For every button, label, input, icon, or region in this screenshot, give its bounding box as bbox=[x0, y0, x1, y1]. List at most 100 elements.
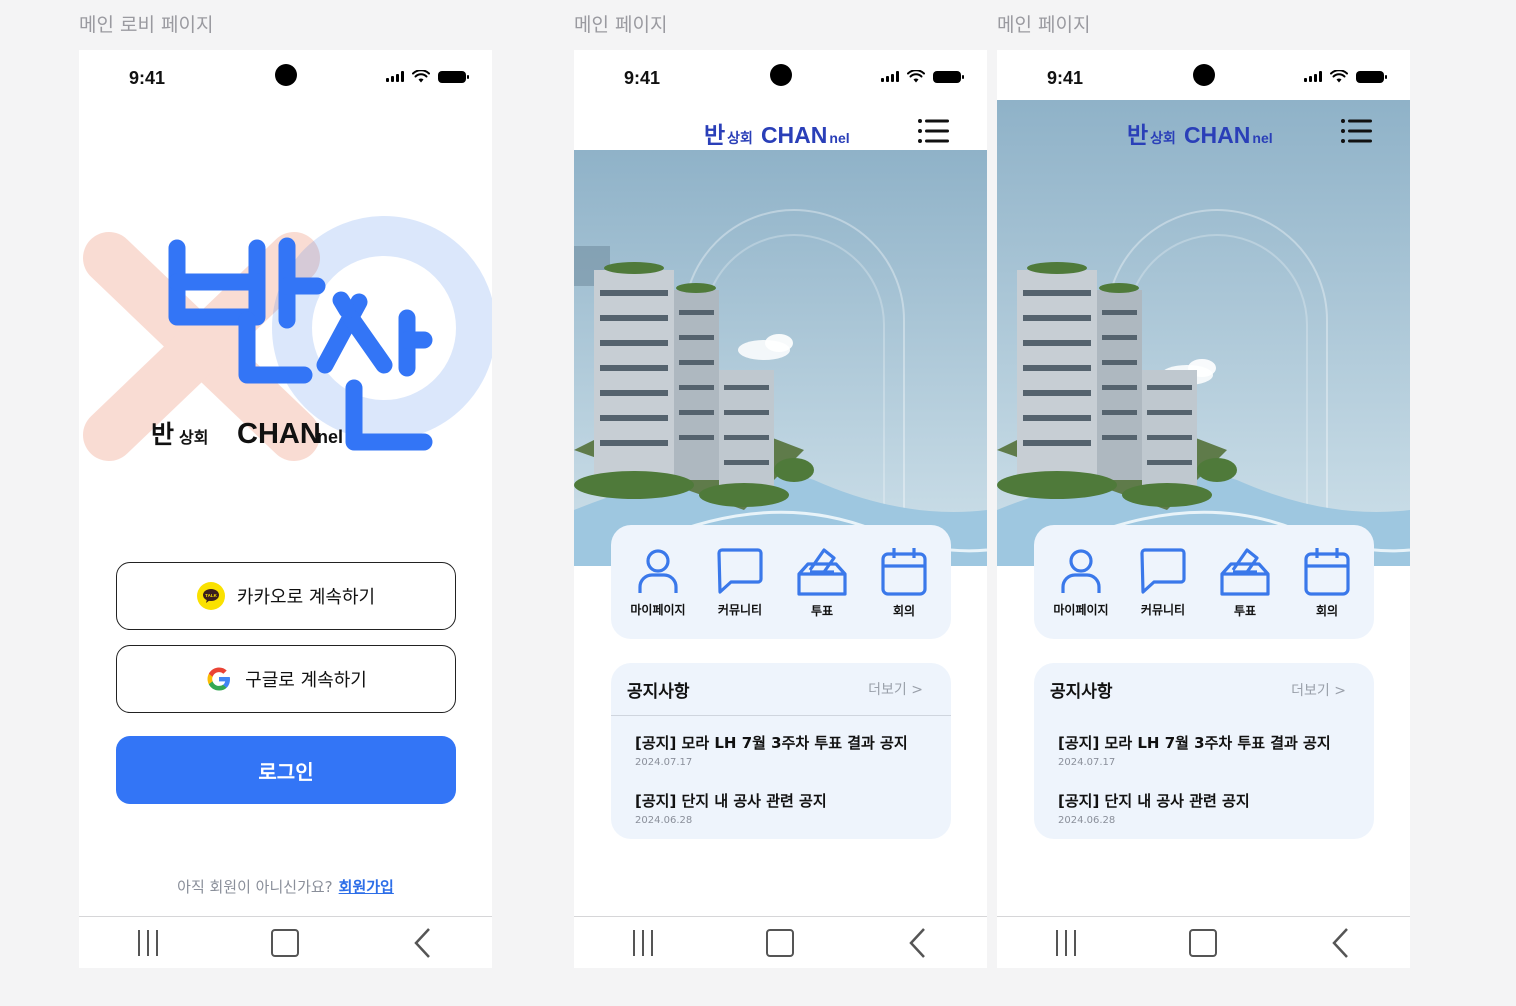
brand-logo: 반 상회 CHAN nel bbox=[704, 116, 852, 150]
back-icon[interactable] bbox=[403, 923, 443, 963]
quick-community-label: 커뮤니티 bbox=[1140, 602, 1186, 617]
home-icon[interactable] bbox=[1183, 923, 1223, 963]
quick-vote-label: 투표 bbox=[810, 603, 834, 618]
notice-title: 공지사항 bbox=[627, 681, 690, 702]
notice-item-date: 2024.07.17 bbox=[1058, 757, 1116, 768]
battery-icon bbox=[933, 70, 964, 83]
quick-community[interactable]: 커뮤니티 bbox=[1125, 547, 1201, 618]
quick-vote[interactable]: 투표 bbox=[1207, 546, 1283, 619]
notice-item-title: [공지] 모라 LH 7월 3주차 투표 결과 공지 bbox=[1058, 734, 1331, 752]
quick-menu: 마이페이지 커뮤니티 투표 회의 bbox=[611, 525, 951, 639]
notice-title: 공지사항 bbox=[1050, 682, 1113, 702]
logo-sanghoe-text: 상회 bbox=[179, 428, 208, 447]
signal-icon bbox=[1304, 71, 1322, 82]
recent-apps-icon[interactable] bbox=[1046, 923, 1086, 963]
notice-more-link[interactable]: 더보기 > bbox=[1291, 680, 1346, 700]
hamburger-menu-icon[interactable] bbox=[1340, 118, 1372, 144]
quick-meeting[interactable]: 회의 bbox=[866, 546, 942, 619]
brand-chan: CHAN bbox=[1183, 122, 1251, 148]
frame-label-lobby: 메인 로비 페이지 bbox=[79, 14, 214, 36]
status-bar: 9:41 bbox=[997, 50, 1410, 100]
signup-prompt: 아직 회원이 아니신가요? bbox=[177, 878, 333, 896]
app-header: 반 상회 CHAN nel bbox=[574, 100, 987, 150]
lobby-screen: 9:41 반 상회 CHAN nel TALK 카카오로 계속하기 구글로 계속… bbox=[79, 50, 492, 968]
chat-bubble-icon bbox=[1140, 547, 1186, 594]
signal-icon bbox=[386, 71, 404, 82]
kakao-login-button[interactable]: TALK 카카오로 계속하기 bbox=[116, 562, 456, 630]
main-screen-2: 9:41 반 상회 CHAN nel 마이페이지 커뮤니티 투표 회의 공지사항… bbox=[997, 50, 1410, 968]
status-time: 9:41 bbox=[624, 68, 661, 88]
camera-cutout bbox=[1193, 64, 1215, 86]
quick-meeting-label: 회의 bbox=[1315, 603, 1339, 618]
brand-nel: nel bbox=[829, 130, 850, 146]
quick-meeting[interactable]: 회의 bbox=[1289, 546, 1365, 619]
logo-nel-text: nel bbox=[317, 427, 343, 447]
battery-icon bbox=[438, 70, 469, 83]
logo-chan-text: CHAN bbox=[237, 418, 321, 450]
hamburger-menu-icon[interactable] bbox=[917, 118, 949, 144]
system-nav-bar bbox=[574, 916, 987, 968]
signal-icon bbox=[881, 71, 899, 82]
notice-item-date: 2024.06.28 bbox=[1058, 815, 1116, 826]
quick-mypage-label: 마이페이지 bbox=[1053, 602, 1109, 617]
home-icon[interactable] bbox=[760, 923, 800, 963]
brand-ban: 반 bbox=[704, 122, 726, 148]
ballot-box-icon bbox=[1220, 547, 1270, 596]
main-screen-1: 9:41 반 상회 CHAN nel 마이페이지 커뮤니티 투표 회의 공지사항… bbox=[574, 50, 987, 968]
notice-item[interactable]: [공지] 단지 내 공사 관련 공지 2024.06.28 bbox=[611, 790, 951, 826]
brand-sanghoe: 상회 bbox=[1150, 130, 1176, 146]
recent-apps-icon[interactable] bbox=[623, 923, 663, 963]
notice-item-title: [공지] 단지 내 공사 관련 공지 bbox=[1058, 792, 1250, 810]
ballot-box-icon bbox=[797, 547, 847, 596]
wifi-icon bbox=[412, 70, 430, 83]
wifi-icon bbox=[907, 70, 925, 83]
quick-mypage-label: 마이페이지 bbox=[630, 602, 686, 617]
user-icon bbox=[638, 548, 678, 593]
brand-chan: CHAN bbox=[760, 122, 828, 148]
quick-community[interactable]: 커뮤니티 bbox=[702, 547, 778, 618]
quick-vote-label: 투표 bbox=[1233, 603, 1257, 618]
logo-ban-text: 반 bbox=[151, 420, 174, 449]
login-button[interactable]: 로그인 bbox=[116, 736, 456, 804]
notice-item[interactable]: [공지] 모라 LH 7월 3주차 투표 결과 공지 2024.07.17 bbox=[611, 732, 951, 768]
quick-mypage[interactable]: 마이페이지 bbox=[1043, 547, 1119, 618]
kakao-icon: TALK bbox=[196, 582, 225, 610]
hero-image bbox=[997, 100, 1410, 566]
wifi-icon bbox=[1330, 70, 1348, 83]
kakao-badge: TALK bbox=[205, 593, 217, 598]
quick-mypage[interactable]: 마이페이지 bbox=[620, 547, 696, 618]
status-time: 9:41 bbox=[129, 68, 166, 88]
google-login-label: 구글로 계속하기 bbox=[245, 670, 367, 691]
quick-vote[interactable]: 투표 bbox=[784, 546, 860, 619]
home-icon[interactable] bbox=[265, 923, 305, 963]
kakao-login-label: 카카오로 계속하기 bbox=[236, 587, 376, 608]
notice-item[interactable]: [공지] 단지 내 공사 관련 공지 2024.06.28 bbox=[1034, 790, 1374, 826]
brand-logo: 반 상회 CHAN nel bbox=[1127, 116, 1275, 150]
quick-menu: 마이페이지 커뮤니티 투표 회의 bbox=[1034, 525, 1374, 639]
notice-item[interactable]: [공지] 모라 LH 7월 3주차 투표 결과 공지 2024.07.17 bbox=[1034, 732, 1374, 768]
frame-label-main-1: 메인 페이지 bbox=[574, 14, 668, 36]
back-icon[interactable] bbox=[1321, 923, 1361, 963]
calendar-icon bbox=[1304, 547, 1350, 596]
signup-link[interactable]: 회원가입 bbox=[339, 878, 394, 896]
battery-icon bbox=[1356, 70, 1387, 83]
recent-apps-icon[interactable] bbox=[128, 923, 168, 963]
status-time: 9:41 bbox=[1047, 68, 1084, 88]
google-icon bbox=[207, 667, 231, 691]
status-bar: 9:41 bbox=[79, 50, 492, 100]
camera-cutout bbox=[770, 64, 792, 86]
google-login-button[interactable]: 구글로 계속하기 bbox=[116, 645, 456, 713]
chat-bubble-icon bbox=[717, 547, 763, 594]
calendar-icon bbox=[881, 547, 927, 596]
brand-nel: nel bbox=[1252, 130, 1273, 146]
brand-sanghoe: 상회 bbox=[727, 130, 753, 146]
notice-item-date: 2024.07.17 bbox=[635, 757, 693, 768]
notice-more-link[interactable]: 더보기 > bbox=[868, 679, 923, 699]
back-icon[interactable] bbox=[898, 923, 938, 963]
quick-meeting-label: 회의 bbox=[892, 603, 916, 618]
status-bar: 9:41 bbox=[574, 50, 987, 100]
frame-label-main-2: 메인 페이지 bbox=[997, 14, 1091, 36]
system-nav-bar bbox=[997, 916, 1410, 968]
app-header: 반 상회 CHAN nel bbox=[997, 100, 1410, 150]
notice-item-title: [공지] 모라 LH 7월 3주차 투표 결과 공지 bbox=[635, 734, 908, 752]
